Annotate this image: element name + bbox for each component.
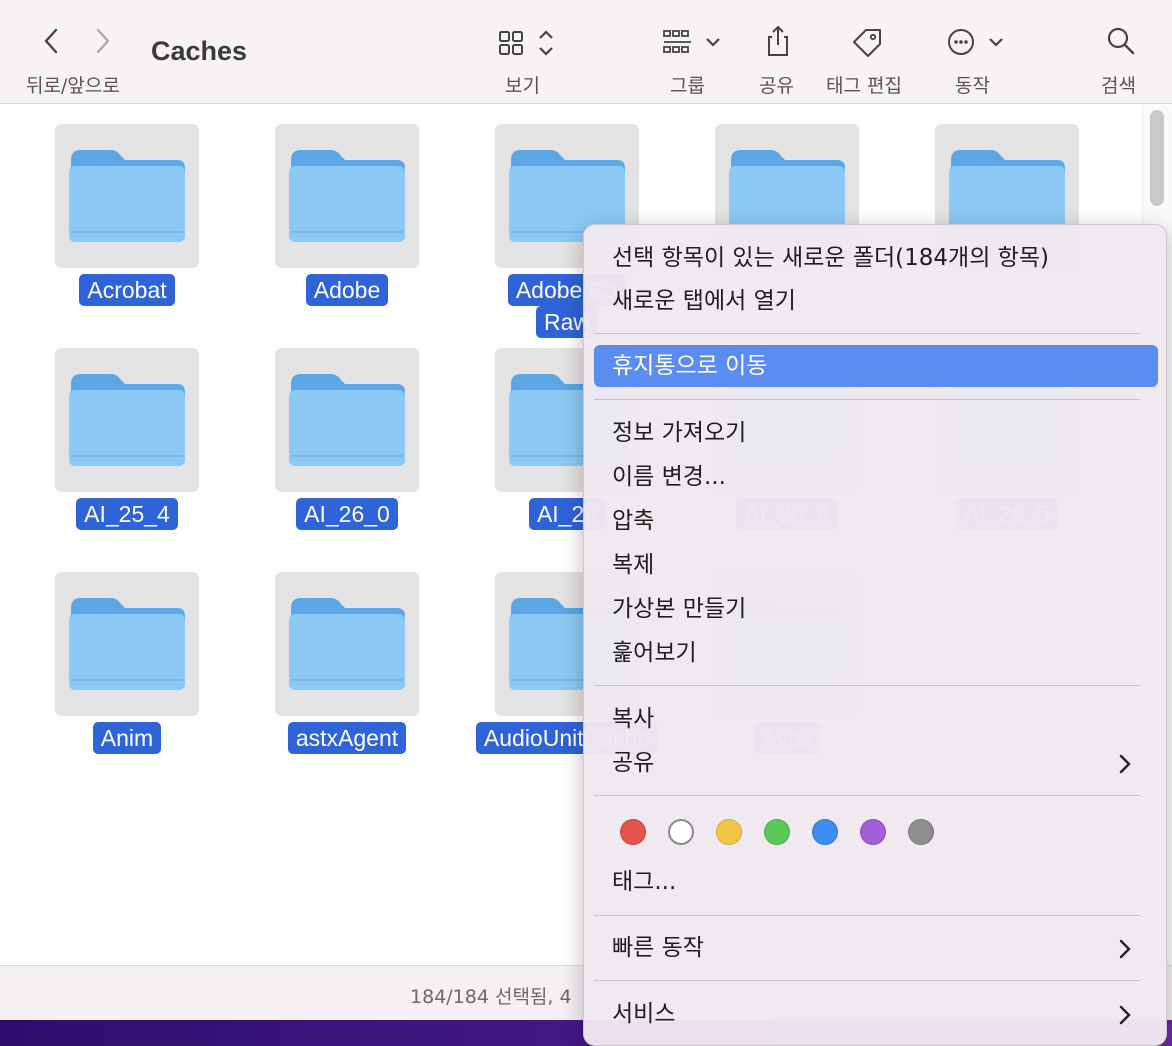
menu-services-label: 서비스 (612, 1001, 676, 1027)
folder-name: Anim (92, 722, 162, 754)
tag-color-dot[interactable] (812, 819, 838, 845)
selection-status: 184/184 선택됨, 4 (410, 986, 572, 1008)
folder-icon (69, 374, 185, 466)
folder-item[interactable]: Adobe (220, 105, 440, 329)
folder-thumbnail (55, 572, 199, 716)
menu-tags[interactable]: 태그... (594, 861, 1158, 903)
group-label: 그룹 (670, 75, 705, 97)
folder-item[interactable]: astxAgent (220, 553, 440, 777)
menu-separator (594, 399, 1140, 400)
folder-item[interactable]: Acrobat (0, 105, 220, 329)
folder-thumbnail (275, 348, 419, 492)
folder-name: astxAgent (287, 722, 407, 754)
menu-separator (594, 915, 1140, 916)
view-icon[interactable] (498, 29, 556, 57)
folder-icon (289, 598, 405, 690)
action-icon[interactable] (946, 27, 1006, 57)
folder-name: Acrobat (79, 274, 175, 306)
menu-get-info[interactable]: 정보 가져오기 (594, 412, 1158, 454)
action-label: 동작 (955, 75, 990, 97)
nav-label: 뒤로/앞으로 (26, 75, 120, 97)
chevron-right-icon (1119, 1005, 1131, 1025)
menu-separator (594, 980, 1140, 981)
menu-compress[interactable]: 압축 (594, 500, 1158, 542)
folder-thumbnail (55, 348, 199, 492)
share-label: 공유 (759, 75, 794, 97)
share-icon[interactable] (765, 24, 791, 58)
tag-icon[interactable] (850, 26, 884, 58)
menu-share-label: 공유 (612, 750, 655, 776)
folder-item[interactable]: AI_25_4 (0, 329, 220, 553)
folder-name: Adobe (305, 274, 389, 306)
folder-icon (289, 374, 405, 466)
menu-make-alias[interactable]: 가상본 만들기 (594, 588, 1158, 630)
back-icon[interactable] (38, 26, 66, 56)
menu-share[interactable]: 공유 (594, 742, 1158, 784)
scrollbar-thumb[interactable] (1150, 110, 1164, 206)
menu-quick-actions-label: 빠른 동작 (612, 935, 704, 961)
tag-color-dot[interactable] (764, 819, 790, 845)
folder-icon (289, 150, 405, 242)
folder-item[interactable]: Anim (0, 553, 220, 777)
folder-icon (69, 598, 185, 690)
folder-thumbnail (275, 124, 419, 268)
menu-move-to-trash[interactable]: 휴지통으로 이동 (594, 345, 1158, 387)
folder-thumbnail (55, 124, 199, 268)
window-title: Caches (151, 36, 248, 66)
menu-duplicate[interactable]: 복제 (594, 544, 1158, 586)
group-icon[interactable] (662, 29, 724, 57)
menu-separator (594, 333, 1140, 334)
menu-quick-actions[interactable]: 빠른 동작 (594, 927, 1158, 969)
folder-name: AI_26_0 (296, 498, 398, 530)
tag-color-dot[interactable] (620, 819, 646, 845)
toolbar: 뒤로/앞으로 Caches 보기 그룹 공유 태그 편집 동작 검색 (0, 0, 1172, 104)
folder-thumbnail (275, 572, 419, 716)
tag-color-dot[interactable] (860, 819, 886, 845)
folder-icon (69, 150, 185, 242)
chevron-right-icon (1119, 939, 1131, 959)
menu-separator (594, 795, 1140, 796)
search-icon[interactable] (1106, 26, 1136, 56)
menu-separator (594, 685, 1140, 686)
menu-rename[interactable]: 이름 변경... (594, 456, 1158, 498)
tag-color-dot[interactable] (716, 819, 742, 845)
context-menu: 선택 항목이 있는 새로운 폴더(184개의 항목) 새로운 탭에서 열기 휴지… (583, 224, 1167, 1046)
tag-color-dot[interactable] (908, 819, 934, 845)
menu-copy[interactable]: 복사 (594, 698, 1158, 740)
folder-name: AI_25_4 (76, 498, 178, 530)
menu-new-folder-with-selection[interactable]: 선택 항목이 있는 새로운 폴더(184개의 항목) (594, 237, 1158, 279)
forward-icon[interactable] (88, 26, 116, 56)
menu-quick-look[interactable]: 훑어보기 (594, 632, 1158, 674)
folder-item[interactable]: AI_26_0 (220, 329, 440, 553)
tag-edit-label: 태그 편집 (826, 75, 902, 97)
chevron-right-icon (1119, 754, 1131, 774)
menu-open-in-new-tab[interactable]: 새로운 탭에서 열기 (594, 280, 1158, 322)
search-label: 검색 (1101, 75, 1136, 97)
tag-color-dot[interactable] (668, 819, 694, 845)
menu-services[interactable]: 서비스 (594, 993, 1158, 1035)
view-label: 보기 (505, 75, 540, 97)
